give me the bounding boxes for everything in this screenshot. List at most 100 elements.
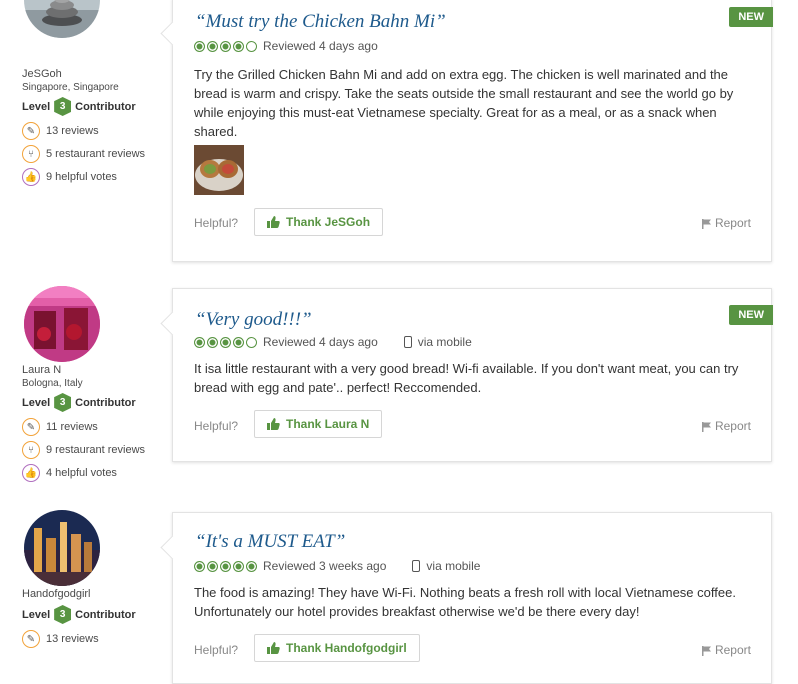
review-count: 13 reviews: [46, 633, 99, 645]
review-item: JeSGoh Singapore, Singapore Level 3 Cont…: [0, 0, 798, 270]
thumbs-up-icon: 👍: [22, 464, 40, 482]
review-item: Laura N Bologna, Italy Level 3 Contribut…: [0, 286, 798, 486]
fork-icon: ⑂: [22, 145, 40, 163]
rating-bubble-icon: [207, 336, 218, 348]
username[interactable]: JeSGoh: [22, 68, 62, 80]
review-count: 11 reviews: [46, 421, 98, 433]
phone-icon: [412, 560, 421, 572]
rating-row: Reviewed 4 days ago via mobile: [194, 335, 472, 349]
report-link[interactable]: Report: [701, 643, 751, 657]
stat-helpful-votes: 👍 4 helpful votes: [22, 464, 117, 482]
avatar[interactable]: [24, 286, 100, 362]
contributor-label: Contributor: [75, 396, 136, 409]
review-title[interactable]: “Very good!!!”: [195, 309, 312, 331]
thank-button[interactable]: Thank Handofgodgirl: [254, 634, 420, 662]
new-badge: NEW: [729, 7, 773, 27]
bubble-rating: [194, 560, 257, 572]
thumbs-up-icon: [267, 216, 280, 228]
stat-restaurant-reviews: ⑂ 5 restaurant reviews: [22, 145, 145, 163]
review-title[interactable]: “It's a MUST EAT”: [195, 531, 345, 553]
review-date: Reviewed 4 days ago: [263, 39, 378, 53]
flag-icon: [701, 645, 712, 656]
fork-icon: ⑂: [22, 441, 40, 459]
level-label: Level: [22, 100, 51, 113]
stat-restaurant-reviews: ⑂ 9 restaurant reviews: [22, 441, 145, 459]
rating-bubble-icon: [220, 560, 231, 572]
helpful-label: Helpful?: [194, 216, 239, 230]
review-text: It isa little restaurant with a very goo…: [194, 361, 739, 395]
review-text: The food is amazing! They have Wi-Fi. No…: [194, 585, 736, 619]
review-date: Reviewed 3 weeks ago: [263, 559, 387, 573]
review-card: NEW “Very good!!!” Reviewed 4 days ago v…: [160, 288, 773, 462]
review-card: “It's a MUST EAT” Reviewed 3 weeks ago v…: [160, 512, 772, 684]
username[interactable]: Laura N: [22, 364, 61, 376]
new-badge: NEW: [729, 305, 773, 325]
stat-helpful-votes: 👍 9 helpful votes: [22, 168, 117, 186]
thumbs-up-icon: [267, 642, 280, 654]
via-mobile: via mobile: [403, 335, 472, 349]
review-text: Try the Grilled Chicken Bahn Mi and add …: [194, 67, 734, 139]
rating-bubble-icon: [207, 40, 218, 52]
thank-label: Thank Laura N: [286, 417, 370, 431]
rating-bubble-icon: [220, 336, 231, 348]
thank-button[interactable]: Thank JeSGoh: [254, 208, 384, 236]
report-label: Report: [714, 643, 751, 657]
rating-bubble-icon: [246, 560, 257, 572]
stat-reviews: ✎ 13 reviews: [22, 122, 99, 140]
rating-bubble-icon: [233, 560, 244, 572]
review-title[interactable]: “Must try the Chicken Bahn Mi”: [195, 11, 446, 33]
review-date: Reviewed 4 days ago: [263, 335, 378, 349]
user-location: Singapore, Singapore: [22, 82, 119, 93]
review-card: NEW “Must try the Chicken Bahn Mi” Revie…: [160, 0, 773, 262]
reviewer-info: JeSGoh Singapore, Singapore Level 3 Cont…: [22, 0, 172, 270]
level-badge: 3: [54, 393, 72, 412]
avatar[interactable]: [24, 510, 100, 586]
level-badge: 3: [54, 97, 72, 116]
helpful-label: Helpful?: [194, 643, 239, 657]
bubble-rating: [194, 336, 257, 348]
bubble-rating: [194, 40, 257, 52]
rating-bubble-icon: [233, 40, 244, 52]
pen-icon: ✎: [22, 630, 40, 648]
thumbs-up-icon: 👍: [22, 168, 40, 186]
rating-row: Reviewed 4 days ago: [194, 39, 378, 53]
restaurant-review-count: 5 restaurant reviews: [46, 148, 146, 160]
username[interactable]: Handofgodgirl: [22, 588, 91, 600]
helpful-vote-count: 4 helpful votes: [46, 467, 117, 479]
via-mobile: via mobile: [412, 559, 480, 573]
stat-reviews: ✎ 13 reviews: [22, 630, 99, 648]
pen-icon: ✎: [22, 122, 40, 140]
contributor-level: Level 3 Contributor: [22, 605, 136, 624]
contributor-label: Contributor: [75, 100, 136, 113]
pen-icon: ✎: [22, 418, 40, 436]
flag-icon: [701, 421, 712, 432]
report-link[interactable]: Report: [701, 216, 751, 230]
rating-bubble-empty-icon: [246, 40, 257, 52]
rating-bubble-icon: [233, 336, 244, 348]
thank-button[interactable]: Thank Laura N: [254, 410, 383, 438]
user-location: Bologna, Italy: [22, 378, 83, 389]
phone-icon: [403, 336, 412, 348]
rating-bubble-icon: [194, 560, 205, 572]
level-badge: 3: [54, 605, 72, 624]
report-label: Report: [714, 216, 751, 230]
contributor-label: Contributor: [75, 608, 136, 621]
rating-row: Reviewed 3 weeks ago via mobile: [194, 559, 480, 573]
helpful-label: Helpful?: [194, 419, 239, 433]
review-item: Handofgodgirl Level 3 Contributor ✎ 13 r…: [0, 510, 798, 684]
level-label: Level: [22, 396, 51, 409]
reviewer-info: Handofgodgirl Level 3 Contributor ✎ 13 r…: [22, 510, 172, 661]
rating-bubble-icon: [207, 560, 218, 572]
rating-bubble-icon: [194, 40, 205, 52]
review-photo[interactable]: [194, 145, 244, 195]
rating-bubble-empty-icon: [246, 336, 257, 348]
thumbs-up-icon: [267, 418, 280, 430]
thank-label: Thank Handofgodgirl: [286, 641, 407, 655]
contributor-level: Level 3 Contributor: [22, 393, 136, 412]
avatar[interactable]: [24, 0, 100, 38]
helpful-vote-count: 9 helpful votes: [46, 171, 117, 183]
thank-label: Thank JeSGoh: [286, 215, 371, 229]
flag-icon: [701, 218, 712, 229]
report-link[interactable]: Report: [701, 419, 751, 433]
reviewer-info: Laura N Bologna, Italy Level 3 Contribut…: [22, 286, 172, 486]
